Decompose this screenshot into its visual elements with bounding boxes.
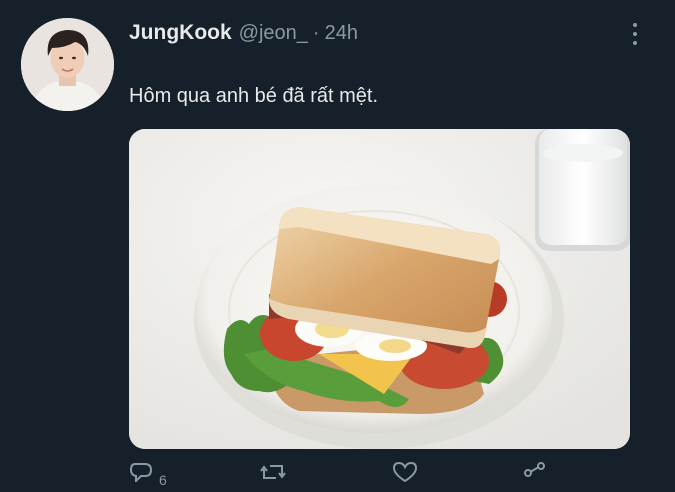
like-button[interactable] [392, 462, 418, 482]
share-icon [524, 462, 545, 477]
reply-count: 6 [159, 472, 167, 488]
tweet-card[interactable]: JungKook @jeon_ · 24h Hôm qua anh bé đã … [0, 0, 675, 488]
user-handle[interactable]: @jeon_ [239, 22, 308, 45]
tweet-media[interactable] [129, 129, 630, 449]
tweet-actions: 6 [129, 462, 630, 492]
more-options-icon[interactable] [626, 22, 644, 46]
reply-icon [129, 463, 153, 482]
retweet-icon [260, 465, 286, 479]
share-button[interactable] [522, 462, 548, 482]
more-dot [633, 23, 637, 27]
reply-button[interactable]: 6 [129, 462, 167, 488]
more-dot [633, 41, 637, 45]
retweet-button[interactable] [259, 462, 287, 482]
tweet-text: Hôm qua anh bé đã rất mệt. [129, 85, 379, 107]
timestamp[interactable]: 24h [325, 22, 358, 45]
more-dot [633, 32, 637, 36]
avatar-photo [21, 18, 114, 111]
tweet-header: JungKook @jeon_ · 24h [129, 21, 358, 45]
heart-icon [392, 462, 418, 482]
separator-dot: · [312, 22, 320, 44]
avatar[interactable] [21, 18, 114, 111]
display-name[interactable]: JungKook [129, 21, 232, 45]
sandwich-photo [129, 129, 630, 449]
